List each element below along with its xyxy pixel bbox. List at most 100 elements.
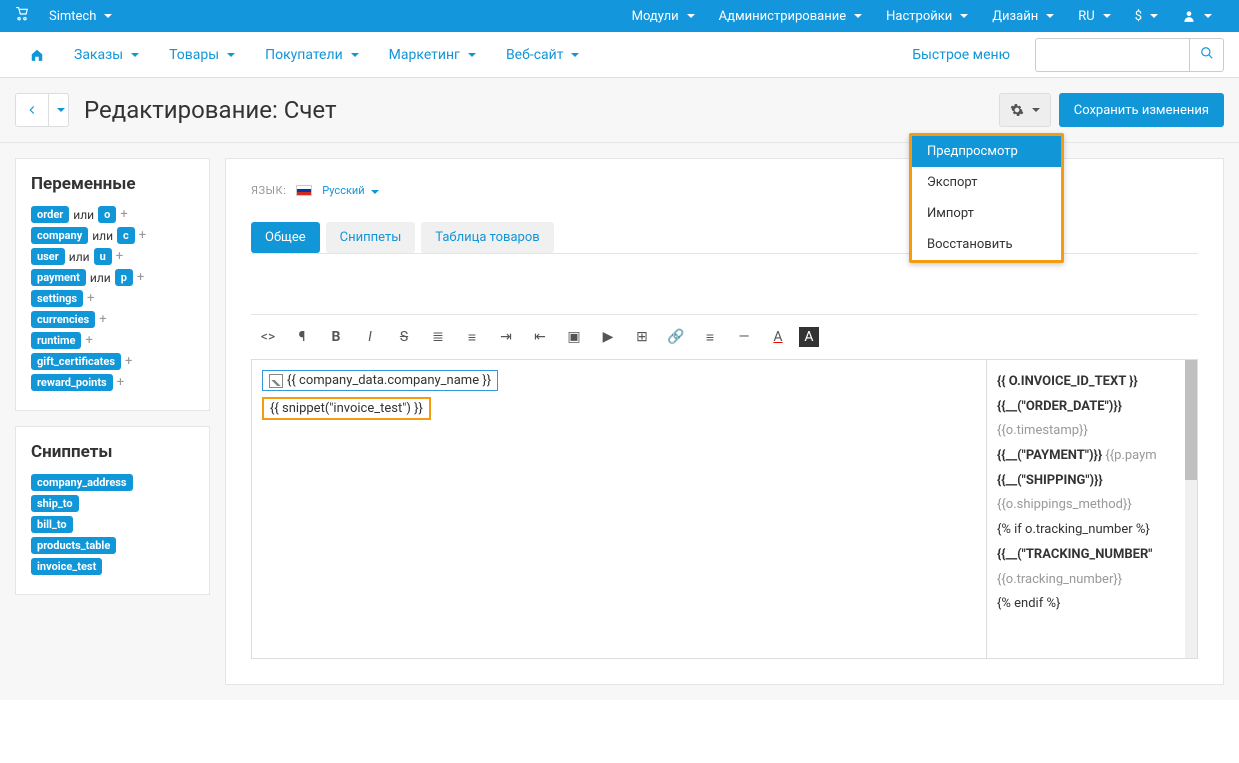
expand-icon[interactable]: + xyxy=(137,270,144,285)
template-line: {{o.timestamp}} xyxy=(997,419,1187,444)
code-icon[interactable]: <> xyxy=(251,323,285,351)
gear-icon xyxy=(1010,103,1024,117)
strike-icon[interactable]: S xyxy=(387,323,421,351)
link-icon[interactable]: 🔗 xyxy=(659,323,693,351)
snippet-tag[interactable]: company_address xyxy=(31,474,133,491)
editor-toolbar: <> ¶ B I S ≣ ≡ ⇥ ⇤ ▣ ▶ ⊞ 🔗 ≡ — A A xyxy=(251,314,1198,359)
topbar-item[interactable]: Дизайн xyxy=(980,0,1066,32)
topbar-item[interactable]: RU xyxy=(1066,0,1122,32)
var-alias-tag[interactable]: u xyxy=(94,248,112,265)
bold-icon[interactable]: B xyxy=(319,323,353,351)
expand-icon[interactable]: + xyxy=(87,291,94,306)
back-dropdown[interactable] xyxy=(49,93,69,127)
snippets-panel: Сниппеты company_address ship_to bill_topr… xyxy=(15,426,210,595)
topbar-item[interactable]: Администрирование xyxy=(707,0,874,32)
flag-icon xyxy=(296,185,312,196)
ol-icon[interactable]: ≡ xyxy=(455,323,489,351)
expand-icon[interactable]: + xyxy=(116,249,123,264)
gear-dropdown: ПредпросмотрЭкспортИмпортВосстановить xyxy=(909,133,1064,263)
nav-item[interactable]: Маркетинг xyxy=(374,47,491,63)
content-area: ЯЗЫК: Русский ОбщееСниппетыТаблица товар… xyxy=(225,158,1224,685)
template-line: {% endif %} xyxy=(997,592,1187,617)
dropdown-item[interactable]: Импорт xyxy=(912,198,1061,229)
image-placeholder-icon xyxy=(269,374,283,388)
expand-icon[interactable]: + xyxy=(125,354,132,369)
italic-icon[interactable]: I xyxy=(353,323,387,351)
snippets-title: Сниппеты xyxy=(31,442,194,462)
var-tag[interactable]: payment xyxy=(31,269,86,286)
dropdown-item[interactable]: Восстановить xyxy=(912,229,1061,260)
var-alias-tag[interactable]: c xyxy=(117,227,135,244)
search-input[interactable] xyxy=(1035,38,1190,72)
expand-icon[interactable]: + xyxy=(85,333,92,348)
var-alias-tag[interactable]: o xyxy=(98,206,116,223)
variables-panel: Переменные orderилиo +companyилиc +userи… xyxy=(15,158,210,411)
language-label: ЯЗЫК: xyxy=(251,184,286,197)
tab[interactable]: Общее xyxy=(251,222,320,253)
template-line: {{__("TRACKING_NUMBER" xyxy=(997,543,1187,568)
template-line: {{o.shippings_method}} xyxy=(997,493,1187,518)
var-tag[interactable]: order xyxy=(31,206,69,223)
user-icon[interactable] xyxy=(1170,0,1224,32)
ul-icon[interactable]: ≣ xyxy=(421,323,455,351)
var-alias-tag[interactable]: p xyxy=(115,269,133,286)
tab[interactable]: Сниппеты xyxy=(326,222,416,253)
var-tag[interactable]: gift_certificates xyxy=(31,353,121,370)
color-icon[interactable]: A xyxy=(761,323,795,351)
topbar-item[interactable]: $ xyxy=(1123,0,1170,32)
nav-item[interactable]: Покупатели xyxy=(250,47,374,63)
back-button[interactable] xyxy=(15,93,49,127)
var-tag[interactable]: settings xyxy=(31,290,83,307)
expand-icon[interactable]: + xyxy=(139,228,146,243)
scrollbar[interactable] xyxy=(1185,360,1197,658)
dropdown-item[interactable]: Предпросмотр xyxy=(912,136,1061,167)
template-line: {% if o.tracking_number %} xyxy=(997,518,1187,543)
nav-item[interactable]: Веб-сайт xyxy=(491,47,595,63)
topbar-item[interactable]: Модули xyxy=(620,0,707,32)
tab[interactable]: Таблица товаров xyxy=(421,222,553,253)
editor[interactable]: {{ company_data.company_name }} {{ snipp… xyxy=(251,359,1198,659)
gear-button[interactable] xyxy=(999,93,1051,127)
var-tag[interactable]: reward_points xyxy=(31,374,113,391)
nav-item[interactable]: Товары xyxy=(154,47,250,63)
snippet-tag[interactable]: products_table xyxy=(31,537,116,554)
language-select[interactable]: Русский xyxy=(322,184,379,197)
page-title: Редактирование: Счет xyxy=(84,96,337,124)
brand-link[interactable]: Simtech xyxy=(37,0,124,32)
home-icon[interactable] xyxy=(15,48,59,62)
snippet-tag[interactable]: ship_to xyxy=(31,495,79,512)
expand-icon[interactable]: + xyxy=(117,375,124,390)
template-line: {{__("PAYMENT")}} {{p.paym xyxy=(997,444,1187,469)
search-button[interactable] xyxy=(1190,38,1224,72)
navbar: Заказы Товары Покупатели Маркетинг Веб-с… xyxy=(0,32,1239,78)
var-tag[interactable]: company xyxy=(31,227,88,244)
variables-title: Переменные xyxy=(31,174,194,194)
snippet-tag[interactable]: bill_to xyxy=(31,516,73,533)
paragraph-icon[interactable]: ¶ xyxy=(285,323,319,351)
nav-item[interactable]: Заказы xyxy=(59,47,154,63)
outdent-icon[interactable]: ⇤ xyxy=(523,323,557,351)
save-button[interactable]: Сохранить изменения xyxy=(1059,93,1224,127)
var-tag[interactable]: currencies xyxy=(31,311,95,328)
topbar-item[interactable]: Настройки xyxy=(874,0,980,32)
expand-icon[interactable]: + xyxy=(120,207,127,222)
quick-menu[interactable]: Быстрое меню xyxy=(897,47,1025,63)
table-icon[interactable]: ⊞ xyxy=(625,323,659,351)
template-line: {{__("SHIPPING")}} xyxy=(997,469,1187,494)
var-tag[interactable]: user xyxy=(31,248,65,265)
cart-icon xyxy=(15,7,29,25)
titlebar: Редактирование: Счет Сохранить изменения… xyxy=(0,78,1239,143)
var-tag[interactable]: runtime xyxy=(31,332,81,349)
image-icon[interactable]: ▣ xyxy=(557,323,591,351)
dropdown-item[interactable]: Экспорт xyxy=(912,167,1061,198)
snippet-template[interactable]: {{ snippet("invoice_test") }} xyxy=(262,397,431,420)
hr-icon[interactable]: — xyxy=(727,323,761,351)
indent-icon[interactable]: ⇥ xyxy=(489,323,523,351)
topbar: Simtech МодулиАдминистрированиеНастройки… xyxy=(0,0,1239,32)
company-template[interactable]: {{ company_data.company_name }} xyxy=(262,370,498,391)
bg-icon[interactable]: A xyxy=(799,327,819,347)
expand-icon[interactable]: + xyxy=(99,312,106,327)
video-icon[interactable]: ▶ xyxy=(591,323,625,351)
align-icon[interactable]: ≡ xyxy=(693,323,727,351)
snippet-tag[interactable]: invoice_test xyxy=(31,558,102,575)
